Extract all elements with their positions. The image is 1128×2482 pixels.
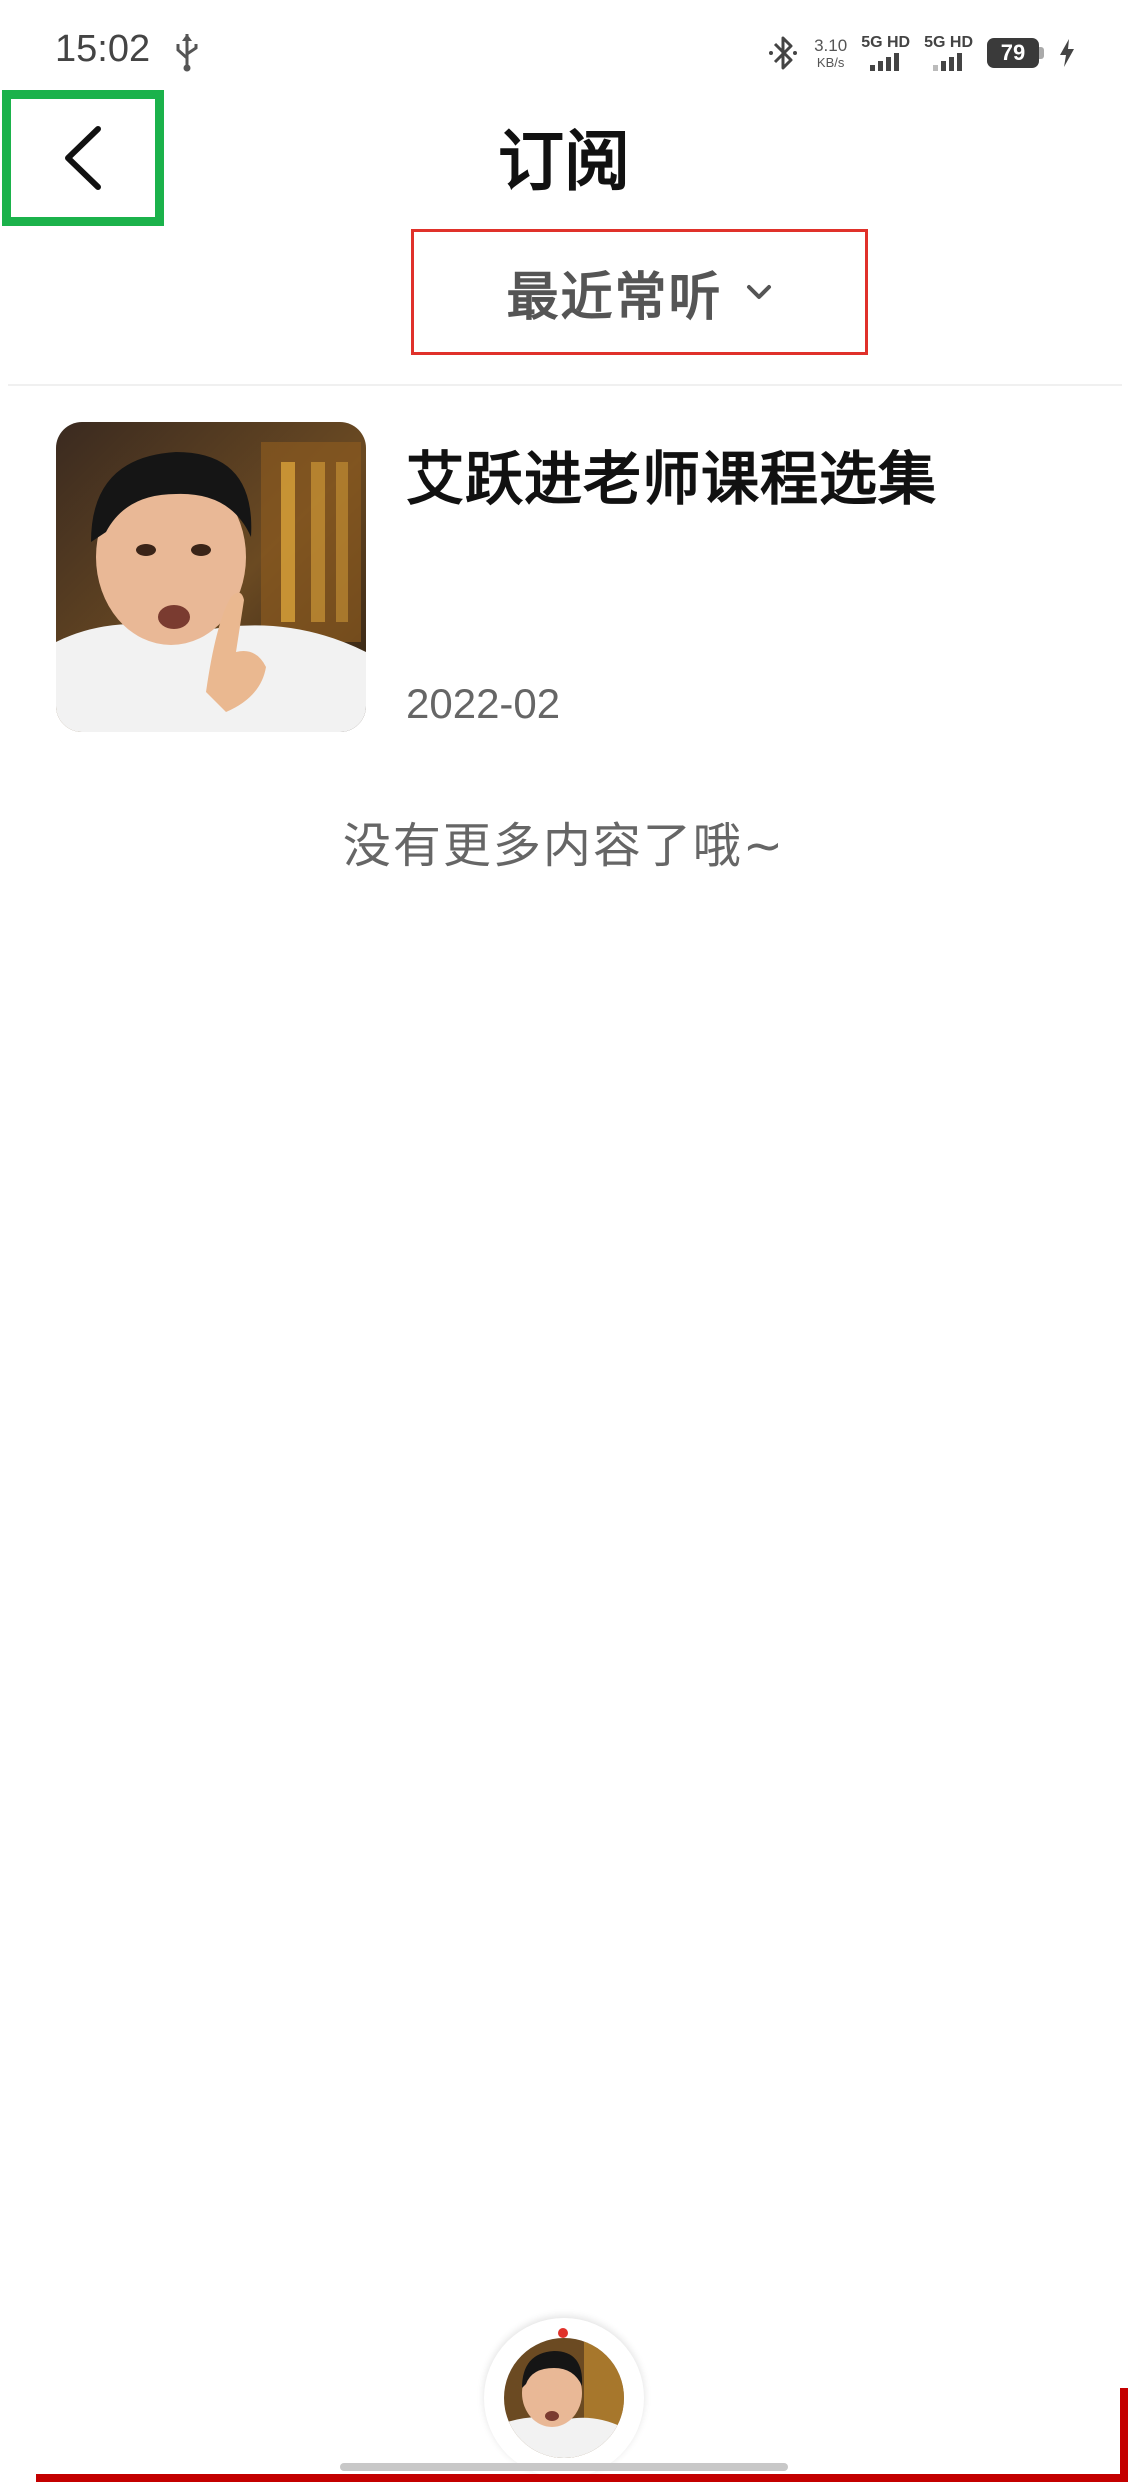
album-cover [56,422,366,732]
bottom-accent-edge [1120,2388,1128,2482]
network-speed-value: 3.10 [814,36,848,55]
home-indicator[interactable] [340,2463,788,2471]
list-item[interactable]: 艾跃进老师课程选集 2022-02 [56,422,1072,732]
album-date: 2022-02 [406,680,561,727]
album-cover-image [56,422,366,732]
sim2-label: 5G HD [924,34,973,51]
album-title: 艾跃进老师课程选集 [406,445,938,513]
bottom-accent-line [36,2474,1128,2482]
mini-player-cover-image [504,2338,624,2458]
network-speed-unit: KB/s [816,55,845,70]
signal-icon [932,53,962,71]
sort-label: 最近常听 [506,267,723,328]
signal-icon [869,53,899,71]
end-of-list-text: 没有更多内容了哦~ [342,818,786,874]
sim1-signal: 5G HD [861,35,910,71]
charging-icon [1060,39,1074,67]
mini-player-cover [504,2338,624,2458]
chevron-down-icon [746,285,771,299]
battery-nub [1039,47,1044,59]
divider [8,384,1122,386]
battery-level: 79 [987,38,1039,68]
sim1-label: 5G HD [861,34,911,51]
sort-dropdown[interactable]: 最近常听 [411,229,868,355]
network-speed: 3.10 KB/s [814,37,847,69]
bluetooth-icon [769,36,798,70]
usb-icon [176,34,198,72]
status-bar: 15:02 3.10 KB/s 5G HD 5G HD 79 [0,0,1128,100]
status-time: 15:02 [55,28,151,70]
page-title: 订阅 [498,123,630,200]
status-icons: 3.10 KB/s 5G HD 5G HD 79 [766,32,1076,74]
progress-dot [558,2328,568,2338]
mini-player-button[interactable] [484,2318,644,2478]
battery-icon: 79 [987,38,1044,68]
sim2-signal: 5G HD [924,35,973,71]
